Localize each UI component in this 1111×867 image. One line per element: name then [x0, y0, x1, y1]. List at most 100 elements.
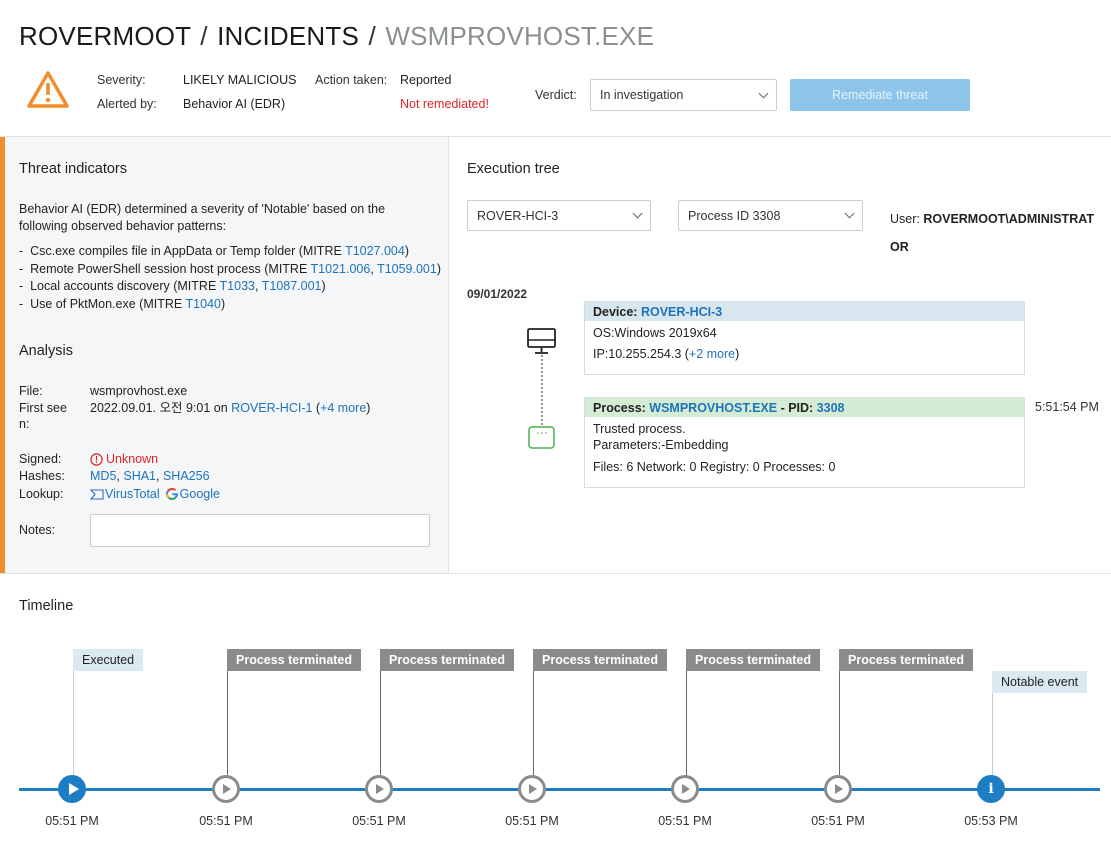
event-time: 05:51 PM — [505, 814, 559, 828]
play-icon — [68, 783, 79, 795]
info-icon: i — [988, 781, 994, 797]
google-link[interactable]: Google — [165, 486, 220, 502]
signed-status: Unknown — [106, 452, 159, 466]
event-connector — [73, 671, 74, 775]
indicator-close: ) — [220, 296, 226, 311]
indicator-item: Use of PktMon.exe (MITRE T1040) — [19, 296, 441, 314]
mitre-technique-link[interactable]: T1040 — [185, 297, 220, 311]
threat-indicators-title: Threat indicators — [19, 161, 127, 177]
mitre-technique-link[interactable]: T1059.001 — [377, 262, 437, 276]
verdict-select[interactable]: In investigation — [590, 79, 777, 111]
hashes-label: Hashes: — [19, 469, 65, 483]
play-triangle — [223, 784, 231, 794]
mitre-technique-link[interactable]: T1027.004 — [345, 244, 405, 258]
mitre-technique-link[interactable]: T1021.006 — [311, 262, 371, 276]
google-label: Google — [179, 487, 220, 501]
info-node[interactable]: i — [977, 775, 1005, 803]
remediation-status: Not remediated! — [400, 97, 489, 111]
event-label[interactable]: Notable event — [992, 671, 1088, 693]
device-name-link[interactable]: ROVER-HCI-3 — [641, 305, 722, 319]
first-seen-label-line: First see — [19, 401, 67, 415]
alerted-by-label: Alerted by: — [97, 97, 157, 111]
process-name-link[interactable]: WSMPROVHOST.EXE — [649, 401, 777, 415]
play-node[interactable] — [518, 775, 546, 803]
process-head-label: Process: — [593, 400, 646, 415]
play-node[interactable] — [671, 775, 699, 803]
mitre-technique-link[interactable]: T1033 — [220, 279, 255, 293]
process-card[interactable]: Process: WSMPROVHOST.EXE - PID: 3308 Tru… — [584, 397, 1025, 488]
play-icon — [521, 778, 543, 800]
event-time: 05:51 PM — [658, 814, 712, 828]
notes-input[interactable] — [90, 514, 430, 547]
google-icon — [165, 488, 178, 500]
warning-triangle-icon — [27, 71, 69, 108]
event-label[interactable]: Process terminated — [380, 649, 515, 671]
mitre-technique-link[interactable]: T1087.001 — [262, 279, 322, 293]
indicator-text: Local accounts discovery (MITRE — [30, 279, 220, 293]
remediate-threat-button[interactable]: Remediate threat — [790, 79, 970, 111]
chevron-down-icon — [632, 208, 643, 219]
event-connector — [686, 671, 687, 775]
play-triangle — [376, 784, 384, 794]
play-icon — [674, 778, 696, 800]
threat-indicators-intro: Behavior AI (EDR) determined a severity … — [19, 201, 385, 235]
verdict-label: Verdict: — [535, 88, 577, 102]
md5-link[interactable]: MD5 — [90, 469, 116, 483]
play-node[interactable] — [58, 775, 86, 803]
event-label[interactable]: Process terminated — [533, 649, 668, 671]
event-label[interactable]: Executed — [73, 649, 144, 671]
alerted-by-value: Behavior AI (EDR) — [183, 97, 286, 111]
play-node[interactable] — [824, 775, 852, 803]
intro-line: following observed behavior patterns: — [19, 219, 227, 233]
signed-label: Signed: — [19, 452, 62, 466]
signed-value: Unknown — [90, 451, 158, 467]
virustotal-label: VirusTotal — [105, 487, 160, 501]
process-select[interactable]: Process ID 3308 — [678, 200, 863, 231]
process-counts: Files: 6 Network: 0 Registry: 0 Processe… — [593, 460, 836, 474]
first-seen-more-link[interactable]: +4 more — [320, 401, 366, 415]
play-node[interactable] — [365, 775, 393, 803]
host-select[interactable]: ROVER-HCI-3 — [467, 200, 651, 231]
lookup-label: Lookup: — [19, 487, 64, 501]
first-seen-host-link[interactable]: ROVER-HCI-1 — [231, 401, 312, 415]
file-value: wsmprovhost.exe — [90, 384, 188, 398]
notes-label: Notes: — [19, 523, 56, 537]
indicator-text: Use of PktMon.exe (MITRE — [30, 296, 186, 311]
event-label[interactable]: Process terminated — [839, 649, 974, 671]
file-label: File: — [19, 384, 43, 398]
pid-link[interactable]: 3308 — [817, 401, 845, 415]
action-taken-label: Action taken: — [315, 73, 388, 87]
analysis-title: Analysis — [19, 343, 73, 359]
first-seen-value: 2022.09.01. 오전 9:01 on ROVER-HCI-1 (+4 m… — [90, 401, 371, 415]
event-label[interactable]: Process terminated — [686, 649, 821, 671]
breadcrumb-incidents[interactable]: INCIDENTS — [217, 21, 359, 51]
action-taken-value: Reported — [400, 73, 452, 87]
breadcrumb-separator: / — [368, 21, 376, 51]
sha256-link[interactable]: SHA256 — [163, 469, 210, 483]
event-connector — [380, 671, 381, 775]
device-card: Device: ROVER-HCI-3 OS:Windows 2019x64 I… — [584, 301, 1025, 375]
device-ip-more-link[interactable]: +2 more — [689, 347, 735, 361]
event-connector — [227, 671, 228, 775]
indicator-item: Local accounts discovery (MITRE T1033, T… — [19, 278, 441, 296]
event-label[interactable]: Process terminated — [227, 649, 362, 671]
indicator-close: ) — [404, 244, 410, 258]
breadcrumb-org[interactable]: ROVERMOOT — [19, 21, 191, 51]
event-time: 05:51 PM — [811, 814, 865, 828]
user-info: User: ROVERMOOT\ADMINISTRATOR — [890, 205, 1100, 261]
tree-date: 09/01/2022 — [467, 287, 528, 301]
sha1-link[interactable]: SHA1 — [123, 469, 156, 483]
indicator-item: Csc.exe compiles file in AppData or Temp… — [19, 243, 441, 261]
play-icon — [215, 778, 237, 800]
device-ip-value: IP:10.255.254.3 — [593, 347, 682, 361]
play-icon — [827, 778, 849, 800]
play-node[interactable] — [212, 775, 240, 803]
pid-label: - PID: — [780, 400, 814, 415]
virustotal-link[interactable]: VirusTotal — [90, 486, 160, 502]
process-card-header: Process: WSMPROVHOST.EXE - PID: 3308 — [585, 398, 1024, 417]
chevron-down-icon — [844, 208, 855, 219]
breadcrumb-separator: / — [200, 21, 208, 51]
alert-circle-icon — [90, 452, 103, 466]
event-connector — [533, 671, 534, 775]
process-select-value: Process ID 3308 — [688, 208, 781, 223]
